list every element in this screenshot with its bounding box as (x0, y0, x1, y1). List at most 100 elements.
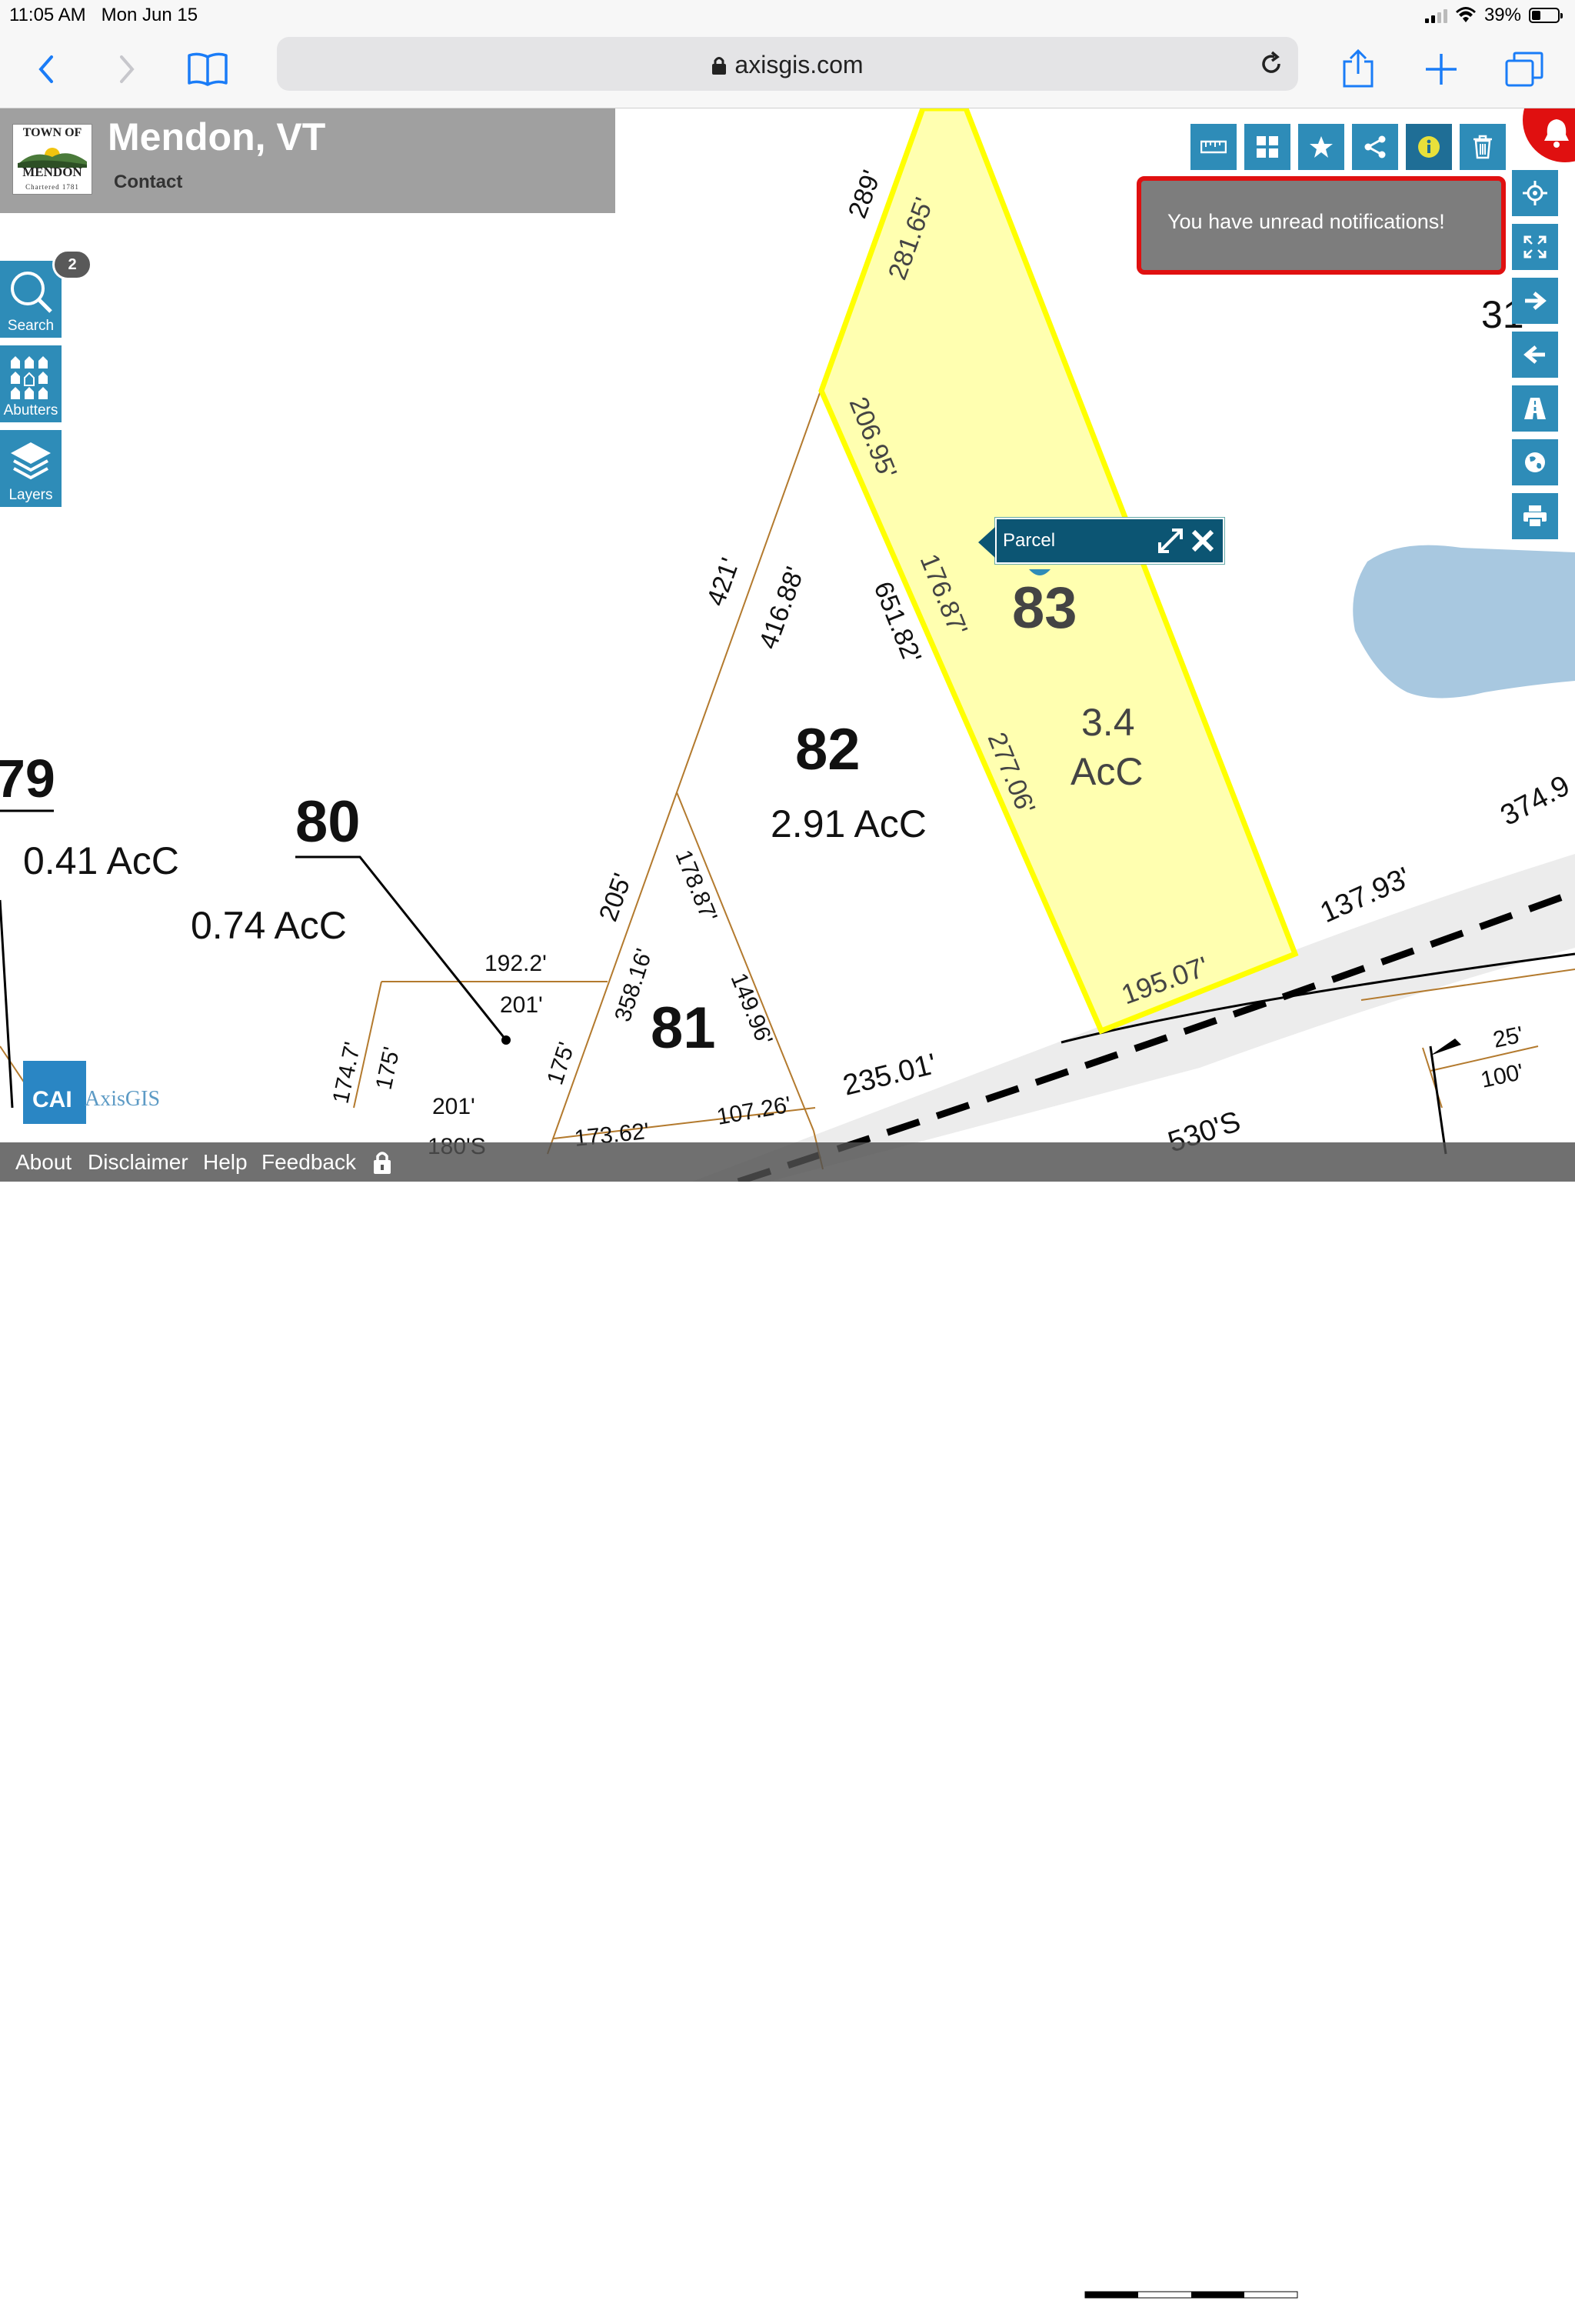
parcel-number-80: 80 (295, 789, 361, 855)
identify-button[interactable] (1406, 124, 1452, 170)
share-icon (1343, 49, 1374, 88)
favorites-button[interactable] (1298, 124, 1344, 170)
lot-80-point (501, 1035, 511, 1045)
popup-title: Parcel (1003, 530, 1056, 551)
browser-toolbar: axisgis.com (0, 31, 1575, 108)
previous-extent-button[interactable] (1512, 332, 1558, 378)
back-button[interactable] (23, 46, 69, 92)
printer-icon (1523, 505, 1547, 528)
parcel-number-81: 81 (651, 995, 716, 1061)
tabs-icon (1505, 52, 1543, 87)
print-button[interactable] (1512, 493, 1558, 539)
trash-icon (1473, 135, 1492, 159)
status-date: Mon Jun 15 (101, 5, 198, 25)
chevron-right-icon (120, 55, 135, 83)
login-lock-icon[interactable] (372, 1150, 392, 1175)
scale-label: 0 (1084, 2304, 1094, 2321)
info-icon (1418, 136, 1440, 158)
ruler-icon (1200, 140, 1227, 154)
crosshair-icon (1523, 181, 1547, 205)
address-bar[interactable]: axisgis.com (277, 37, 1298, 91)
contact-link[interactable]: Contact (114, 172, 182, 193)
arrow-right-icon (1525, 292, 1547, 310)
layers-button[interactable]: Layers (0, 430, 62, 507)
dimension-label: 174.7' (328, 1040, 366, 1106)
about-link[interactable]: About (15, 1150, 72, 1175)
clear-button[interactable] (1460, 124, 1506, 170)
logo-landscape (18, 148, 87, 168)
status-bar: 11:05 AM Mon Jun 15 39% (0, 0, 1575, 31)
parcel-area-79: 0.41 AcC (23, 839, 179, 882)
logo-text: Chartered 1781 (25, 183, 79, 191)
signal-icon (1424, 8, 1447, 23)
dimension-label: 107.26' (714, 1092, 793, 1129)
measure-button[interactable] (1190, 124, 1237, 170)
lock-icon (712, 57, 727, 75)
cai-logo: CAI (23, 1061, 86, 1124)
new-tab-button[interactable] (1418, 46, 1464, 92)
search-count-badge: 2 (52, 249, 92, 280)
popup-close-button[interactable] (1189, 527, 1217, 555)
search-icon (11, 272, 52, 313)
dimension-label: 149.96' (726, 969, 778, 1049)
share-nodes-icon (1364, 135, 1386, 158)
full-extent-button[interactable] (1512, 224, 1558, 270)
battery-percent: 39% (1483, 5, 1521, 25)
globe-button[interactable] (1512, 439, 1558, 485)
abutters-label: Abutters (3, 402, 58, 418)
locate-button[interactable] (1512, 170, 1558, 216)
arrow-left-icon (1523, 345, 1545, 364)
share-button[interactable] (1335, 46, 1381, 92)
page-title: Mendon, VT (108, 115, 326, 158)
dimension-label: 201' (500, 992, 543, 1018)
footer-bar: About Disclaimer Help Feedback 0 100 200… (0, 1142, 1575, 2321)
dimension-label: 175' (371, 1045, 405, 1092)
dimension-label: 416.88' (754, 563, 810, 653)
globe-icon (1525, 452, 1545, 472)
popup-expand-button[interactable] (1157, 527, 1184, 555)
help-link[interactable]: Help (203, 1150, 248, 1175)
dimension-label: 205' (594, 869, 638, 925)
dimension-label: 289' (843, 166, 887, 222)
bookmarks-button[interactable] (185, 46, 231, 92)
dimension-label: 192.2' (484, 951, 547, 976)
forward-button[interactable] (104, 46, 150, 92)
grid-icon (1257, 136, 1278, 158)
plus-icon (1426, 54, 1457, 85)
next-extent-button[interactable] (1512, 278, 1558, 324)
map-view[interactable]: 79 0.41 AcC 80 0.74 AcC 81 82 2.91 AcC 8… (0, 108, 1575, 1182)
scale-bar: 0 100 200ft (1084, 2287, 1324, 2324)
parcel-popup[interactable]: Parcel (978, 518, 1224, 564)
maximize-icon (1158, 528, 1183, 553)
axisgis-logo-text: AxisGIS (85, 1087, 161, 1111)
search-label: Search (7, 318, 55, 334)
tabs-button[interactable] (1501, 46, 1547, 92)
status-indicators: 39% (1424, 5, 1563, 26)
town-logo[interactable]: TOWN OF MENDON Chartered 1781 (12, 124, 92, 195)
layers-icon (11, 442, 51, 480)
scale-label: 100 (1180, 2304, 1206, 2321)
street-view-button[interactable] (1512, 385, 1558, 432)
notification-toast[interactable]: You have unread notifications! (1137, 176, 1506, 275)
dimension-label: 374.9 (1496, 769, 1575, 832)
battery-icon (1529, 8, 1563, 23)
share-map-button[interactable] (1352, 124, 1398, 170)
search-button[interactable]: Search (0, 261, 62, 338)
parcel-number-82: 82 (795, 717, 861, 782)
parcel-number-83: 83 (1012, 575, 1077, 641)
notification-text: You have unread notifications! (1167, 210, 1445, 233)
parcel-area-83-value: 3.4 (1081, 701, 1135, 744)
feedback-link[interactable]: Feedback (261, 1150, 356, 1175)
url-display: axisgis.com (277, 51, 1298, 79)
road-icon (1524, 398, 1546, 419)
dimension-label: 25' (1491, 1022, 1526, 1052)
disclaimer-link[interactable]: Disclaimer (88, 1150, 188, 1175)
star-icon (1310, 136, 1333, 158)
reload-button[interactable] (1254, 46, 1289, 82)
parcel-area-82: 2.91 AcC (771, 802, 927, 845)
cai-logo-text: CAI (32, 1087, 72, 1112)
logo-text: MENDON (22, 165, 82, 179)
basemap-button[interactable] (1244, 124, 1290, 170)
bell-icon (1544, 119, 1569, 148)
abutters-button[interactable]: Abutters (0, 345, 62, 422)
